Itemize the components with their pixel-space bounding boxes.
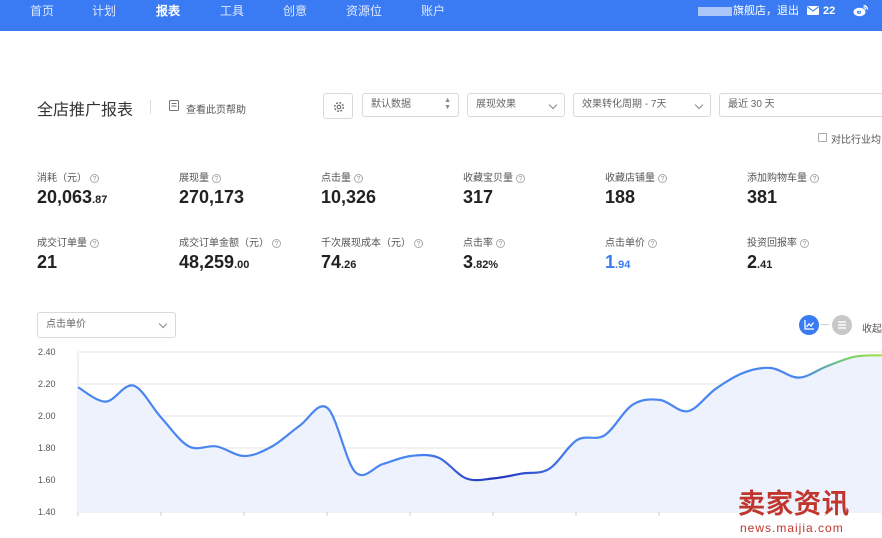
watermark-title: 卖家资讯 bbox=[738, 489, 850, 519]
watermark-url: news.maijia.com bbox=[740, 521, 844, 535]
cost-per-click-chart bbox=[77, 351, 882, 516]
watermark: 卖家资讯 news.maijia.com bbox=[738, 487, 882, 538]
